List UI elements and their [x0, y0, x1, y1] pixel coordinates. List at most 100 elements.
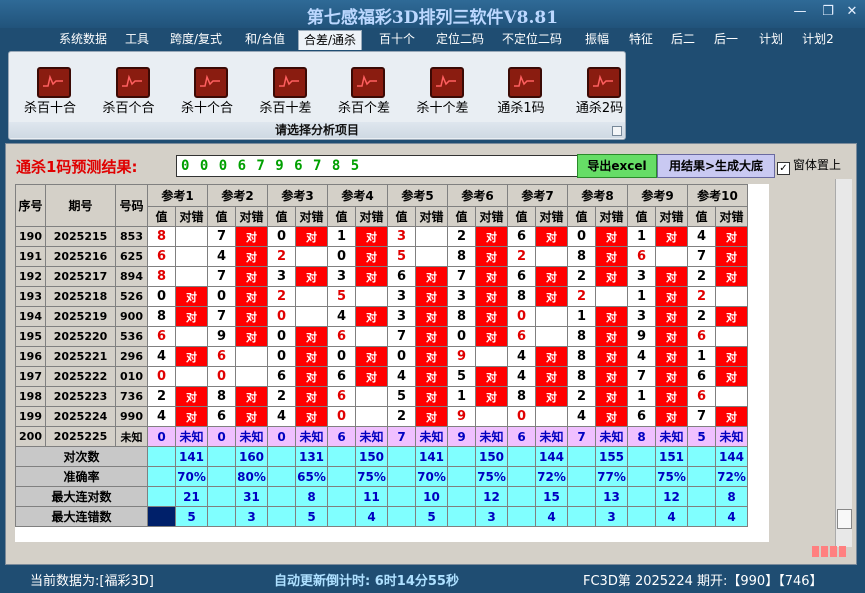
table-row[interactable]: 199 2025224 990 4 对 6 对 4 对 0 2 对 9 0 4 对 6 对 7 对 — [15, 406, 748, 427]
ribbon-button-7[interactable]: 通杀2码 — [563, 67, 637, 122]
ref-hit-cell: 对 — [715, 366, 748, 387]
ref-value-cell: 7 — [447, 266, 476, 287]
table-row[interactable]: 193 2025218 526 0 对 0 对 2 5 3 对 3 对 8 对 2 1 对 2 — [15, 286, 748, 307]
menu-item-4[interactable]: 合差/通杀 — [298, 30, 362, 50]
menu-item-13[interactable]: 计划2 — [800, 30, 836, 49]
stats-spacer-cell — [147, 446, 176, 467]
menu-item-11[interactable]: 后一 — [710, 30, 742, 49]
ref-hit-cell: 对 — [475, 246, 508, 267]
ref-value-cell: 4 — [207, 246, 236, 267]
table-row[interactable]: 195 2025220 536 6 9 对 0 对 6 7 对 0 对 6 8 对 9 对 6 — [15, 326, 748, 347]
export-excel-button[interactable]: 导出excel — [577, 154, 657, 178]
menu-item-3[interactable]: 和/合值 — [240, 30, 290, 49]
ref-value-cell: 8 — [567, 246, 596, 267]
ref-hit-cell: 对 — [355, 306, 388, 327]
ref-value-cell: 0 — [507, 406, 536, 427]
ref-value-cell: 0 — [207, 286, 236, 307]
menu-item-1[interactable]: 工具 — [121, 30, 153, 49]
ref-value-cell: 2 — [567, 286, 596, 307]
ref-hit-cell: 对 — [295, 346, 328, 367]
table-row[interactable]: 198 2025223 736 2 对 8 对 2 对 6 5 对 1 对 8 对 2 对 1 对 6 — [15, 386, 748, 407]
restore-icon[interactable]: ❐ — [818, 4, 838, 20]
chart-icon — [508, 67, 542, 98]
ref-value-cell: 2 — [567, 266, 596, 287]
ribbon-button-3[interactable]: 杀百十差 — [249, 67, 323, 122]
prediction-result-field[interactable]: 0 0 0 6 7 9 6 7 8 5 — [176, 155, 582, 177]
number-cell: 526 — [115, 286, 148, 307]
number-cell: 536 — [115, 326, 148, 347]
stats-value-cell: 10 — [415, 486, 448, 507]
stats-spacer-cell — [447, 506, 476, 527]
stats-spacer-cell — [627, 506, 656, 527]
col-header-result: 对错 — [175, 206, 208, 227]
menu-item-6[interactable]: 定位二码 — [431, 30, 489, 49]
menu-item-2[interactable]: 跨度/复式 — [166, 30, 226, 49]
ref-hit-cell: 对 — [655, 226, 688, 247]
stats-value-cell: 75% — [355, 466, 388, 487]
ref-value-cell: 0 — [267, 226, 296, 247]
ref-value-cell: 0 — [327, 346, 356, 367]
ref-value-cell: 7 — [687, 406, 716, 427]
table-row[interactable]: 190 2025215 853 8 7 对 0 对 1 对 3 2 对 6 对 0 对 1 对 4 对 — [15, 226, 748, 247]
col-header-value: 值 — [447, 206, 476, 227]
ref-value-cell: 6 — [627, 406, 656, 427]
table-row[interactable]: 196 2025221 296 4 对 6 0 对 0 对 0 对 9 4 对 8 对 4 对 1 对 — [15, 346, 748, 367]
scrollbar-thumb[interactable] — [837, 509, 852, 529]
close-icon[interactable]: ✕ — [842, 4, 862, 20]
ribbon-button-2[interactable]: 杀十个合 — [170, 67, 244, 122]
seq-cell: 192 — [15, 266, 46, 287]
ref-value-cell: 0 — [387, 346, 416, 367]
ref-value-cell: 8 — [207, 386, 236, 407]
ref-value-cell: 9 — [447, 406, 476, 427]
title-bar: 第七感福彩3D排列三软件V8.81 — ❐ ✕ — [0, 0, 865, 28]
countdown-label: 自动更新倒计时: 6时14分55秒 — [274, 574, 459, 589]
ribbon-button-6[interactable]: 通杀1码 — [484, 67, 558, 122]
col-header-ref: 参考6 — [447, 184, 508, 207]
prediction-unknown-cell: 未知 — [595, 426, 628, 447]
table-row[interactable]: 191 2025216 625 6 4 对 2 0 对 5 8 对 2 8 对 6 7 对 — [15, 246, 748, 267]
ref-value-cell: 0 — [267, 306, 296, 327]
ref-hit-cell: 对 — [715, 226, 748, 247]
table-row[interactable]: 194 2025219 900 8 对 7 对 0 4 对 3 对 8 对 0 1 对 3 对 2 对 — [15, 306, 748, 327]
menu-item-10[interactable]: 后二 — [667, 30, 699, 49]
ribbon-expand-icon[interactable] — [612, 126, 622, 136]
menu-item-0[interactable]: 系统数据 — [55, 30, 111, 49]
vertical-scrollbar[interactable] — [835, 179, 852, 547]
table-row[interactable]: 192 2025217 894 8 7 对 3 对 3 对 6 对 7 对 6 对 2 对 3 对 2 对 — [15, 266, 748, 287]
prediction-row[interactable]: 200 2025225 未知 0 未知 0 未知 0 未知 6 未知 7 未知 9 未知 6 未知 7 未知 8 未知 5… — [15, 426, 748, 447]
menu-item-9[interactable]: 特征 — [624, 30, 658, 49]
menu-item-12[interactable]: 计划 — [756, 30, 786, 49]
menu-item-7[interactable]: 不定位二码 — [498, 30, 566, 49]
ref-value-cell: 4 — [687, 226, 716, 247]
ribbon-button-5[interactable]: 杀十个差 — [406, 67, 480, 122]
ref-hit-cell: 对 — [415, 406, 448, 427]
ref-hit-cell: 对 — [715, 346, 748, 367]
menu-item-5[interactable]: 百十个 — [376, 30, 418, 49]
analysis-panel: 通杀1码预测结果: 0 0 0 6 7 9 6 7 8 5 导出excel 用结… — [5, 143, 857, 565]
table-row[interactable]: 197 2025222 010 0 0 6 对 6 对 4 对 5 对 4 对 8 对 7 对 6 对 — [15, 366, 748, 387]
checkbox-check-icon[interactable]: ✓ — [777, 162, 790, 175]
on-top-checkbox[interactable]: ✓ 窗体置上 — [777, 156, 841, 175]
minimize-icon[interactable]: — — [790, 4, 810, 20]
stats-value-cell: 4 — [655, 506, 688, 527]
stats-spacer-cell — [387, 466, 416, 487]
ref-value-cell: 2 — [267, 246, 296, 267]
chart-icon — [586, 67, 621, 98]
ref-value-cell: 4 — [147, 406, 176, 427]
ref-value-cell: 1 — [567, 306, 596, 327]
ref-value-cell: 9 — [207, 326, 236, 347]
chart-icon — [351, 67, 385, 98]
ref-hit-cell: 对 — [415, 346, 448, 367]
col-header-ref: 参考3 — [267, 184, 328, 207]
ribbon-button-1[interactable]: 杀百个合 — [92, 67, 166, 122]
ribbon-button-0[interactable]: 杀百十合 — [13, 67, 87, 122]
stats-spacer-cell — [147, 466, 176, 487]
ref-hit-cell: 对 — [535, 266, 568, 287]
menu-item-8[interactable]: 振幅 — [580, 30, 614, 49]
generate-base-button[interactable]: 用结果>生成大底 — [657, 154, 775, 178]
ref-value-cell: 2 — [567, 386, 596, 407]
ref-value-cell: 5 — [447, 366, 476, 387]
ribbon-button-4[interactable]: 杀百个差 — [327, 67, 401, 122]
stats-value-cell: 144 — [715, 446, 748, 467]
col-header-value: 值 — [627, 206, 656, 227]
